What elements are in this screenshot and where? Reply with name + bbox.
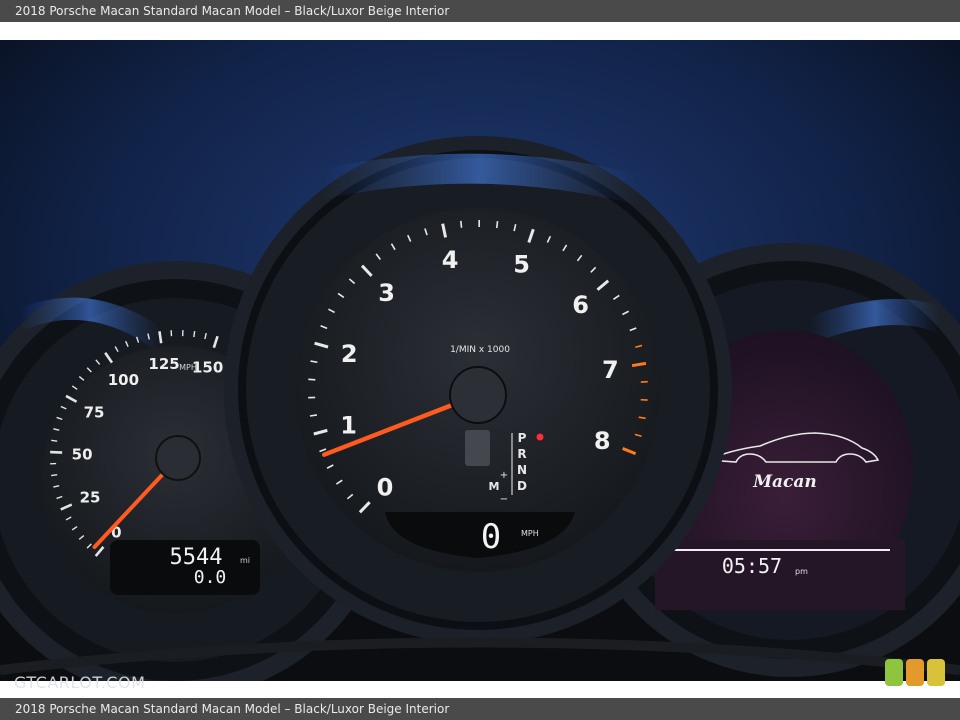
tach-number: 5 bbox=[513, 250, 530, 278]
model-name: Macan bbox=[752, 472, 817, 492]
tach-number: 6 bbox=[572, 291, 589, 319]
gear-display-box bbox=[465, 430, 490, 466]
tach-number: 0 bbox=[377, 473, 394, 501]
tachometer: 0 1 2 3 4 5 6 7 8 1/MIN x 1000 P R N D M + − 0 M… bbox=[224, 136, 732, 644]
caption-text-bottom: 2018 Porsche Macan Standard Macan Model … bbox=[15, 702, 450, 716]
speed-needle-hub bbox=[155, 435, 201, 481]
speed-number: 125 bbox=[148, 355, 179, 373]
speed-minor-tick bbox=[193, 330, 196, 338]
dashboard-photo: 0 25 50 75 100 125 150 MPH 5544 mi 0.0 Macan 0… bbox=[0, 40, 960, 681]
caption-bar-top: 2018 Porsche Macan Standard Macan Model … bbox=[0, 0, 960, 22]
watermark-logo: GTCARLOT.COM bbox=[14, 673, 146, 692]
manual-m: M bbox=[489, 480, 500, 493]
digital-speed-unit: MPH bbox=[521, 529, 539, 538]
gear-d: D bbox=[517, 479, 527, 493]
green-dot-icon bbox=[885, 659, 903, 686]
yellow-dot-icon bbox=[927, 659, 945, 686]
speed-unit-label: MPH bbox=[179, 363, 197, 372]
manual-minus: − bbox=[500, 494, 508, 505]
speed-number: 75 bbox=[84, 403, 105, 421]
trip-value: 0.0 bbox=[194, 567, 227, 588]
tach-number: 1 bbox=[340, 412, 357, 440]
gear-n: N bbox=[517, 463, 527, 477]
tach-number: 2 bbox=[341, 340, 358, 368]
tach-number: 4 bbox=[442, 246, 459, 274]
tach-number: 7 bbox=[602, 356, 619, 384]
speed-major-tick bbox=[50, 450, 63, 454]
tach-number: 3 bbox=[378, 279, 395, 307]
speed-number: 25 bbox=[80, 489, 101, 507]
speed-major-tick bbox=[158, 331, 163, 344]
orange-dot-icon bbox=[906, 659, 924, 686]
tach-minor-tick bbox=[460, 220, 463, 228]
odometer-unit: mi bbox=[240, 556, 250, 565]
digital-speed-value: 0 bbox=[481, 517, 501, 557]
gear-r: R bbox=[517, 447, 526, 461]
warning-light-icon bbox=[536, 433, 544, 441]
speed-number: 100 bbox=[108, 371, 139, 389]
tach-number: 8 bbox=[594, 427, 611, 455]
speed-number: 50 bbox=[72, 446, 93, 464]
speed-minor-tick bbox=[51, 474, 58, 477]
speed-minor-tick bbox=[51, 439, 58, 442]
tach-minor-tick bbox=[495, 221, 499, 229]
tach-needle-hub bbox=[449, 366, 507, 424]
caption-bar-bottom: 2018 Porsche Macan Standard Macan Model … bbox=[0, 698, 960, 720]
clock-suffix: pm bbox=[795, 567, 808, 576]
gear-p: P bbox=[518, 431, 527, 445]
tach-minor-tick bbox=[309, 414, 318, 417]
rating-dots bbox=[885, 659, 945, 689]
manual-plus: + bbox=[500, 470, 508, 481]
tach-unit-label: 1/MIN x 1000 bbox=[450, 345, 510, 355]
caption-text: 2018 Porsche Macan Standard Macan Model … bbox=[15, 4, 450, 18]
clock-time: 05:57 bbox=[722, 554, 782, 578]
